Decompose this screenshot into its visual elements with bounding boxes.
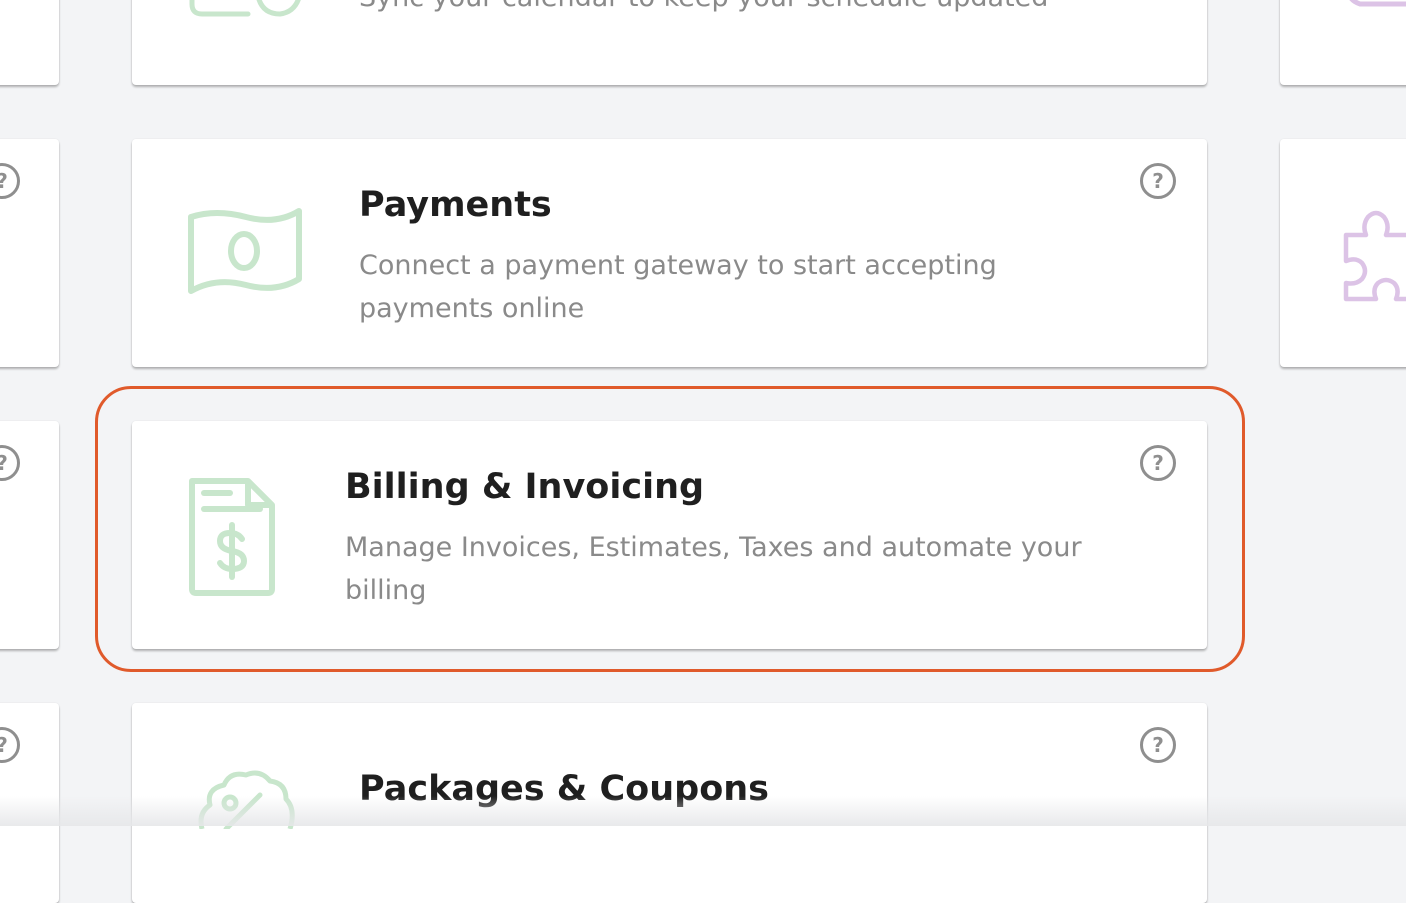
left-card-4[interactable]: ? [0, 703, 59, 903]
right-card-1[interactable] [1280, 0, 1406, 85]
billing-card-description: Manage Invoices, Estimates, Taxes and au… [345, 532, 1082, 606]
billing-card-title: Billing & Invoicing [345, 467, 705, 507]
help-icon[interactable]: ? [0, 445, 20, 481]
help-icon[interactable]: ? [1140, 727, 1176, 763]
packages-card-title: Packages & Coupons [359, 769, 769, 809]
payments-card[interactable]: Payments Connect a payment gateway to st… [132, 139, 1207, 367]
calendar-card[interactable]: Sync your calendar to keep your schedule… [132, 0, 1207, 85]
calendar-icon [188, 0, 308, 24]
calendar-card-description: Sync your calendar to keep your schedule… [359, 0, 1119, 19]
left-card-3[interactable]: ? [0, 421, 59, 649]
integration-icon [1340, 0, 1406, 14]
invoice-icon [186, 477, 278, 601]
discount-badge-icon [196, 769, 296, 833]
payments-card-title: Payments [359, 185, 552, 225]
help-icon[interactable]: ? [0, 163, 20, 199]
right-card-2[interactable] [1280, 139, 1406, 367]
help-icon[interactable]: ? [0, 727, 20, 763]
packages-coupons-card[interactable]: Packages & Coupons ? [132, 703, 1207, 903]
left-card-2[interactable]: ? [0, 139, 59, 367]
help-icon[interactable]: ? [1140, 163, 1176, 199]
billing-invoicing-card[interactable]: Billing & Invoicing Manage Invoices, Est… [132, 421, 1207, 649]
left-card-1[interactable] [0, 0, 59, 85]
money-icon [186, 203, 306, 303]
help-icon[interactable]: ? [1140, 445, 1176, 481]
payments-card-description: Connect a payment gateway to start accep… [359, 250, 997, 324]
puzzle-icon [1340, 205, 1406, 309]
